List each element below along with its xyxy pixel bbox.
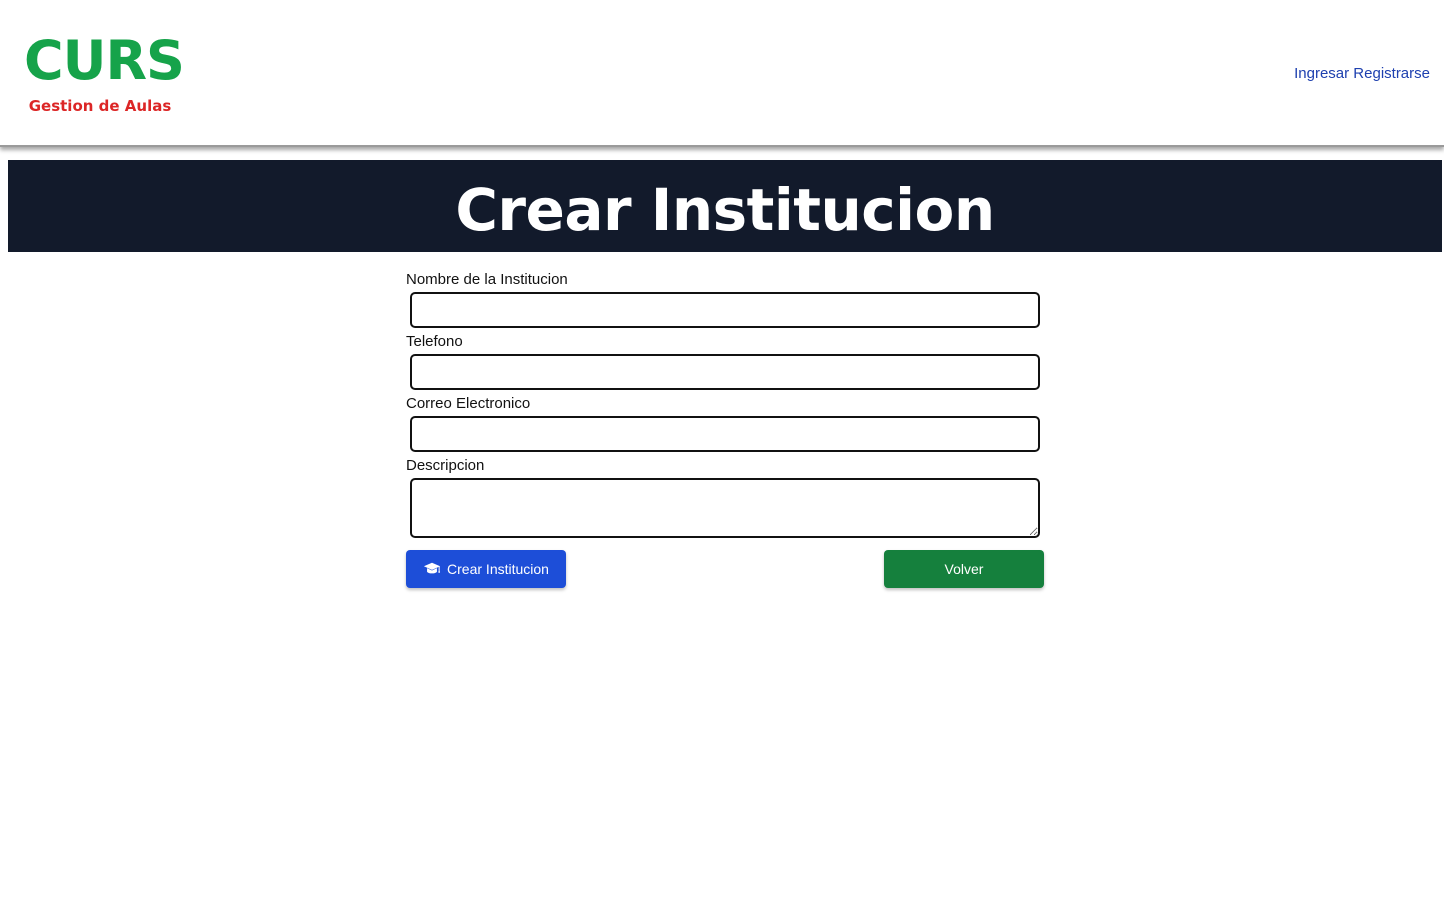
email-input[interactable]: [410, 416, 1040, 452]
top-nav: Ingresar Registrarse: [1294, 64, 1430, 84]
description-field-group: Descripcion: [406, 456, 1044, 538]
phone-field-group: Telefono: [406, 332, 1044, 390]
graduation-cap-icon: [423, 562, 441, 574]
create-institution-label: Crear Institucion: [447, 561, 549, 577]
description-textarea[interactable]: [410, 478, 1040, 538]
create-institution-form: Nombre de la Institucion Telefono Correo…: [406, 270, 1044, 588]
email-label: Correo Electronico: [406, 395, 531, 412]
back-label: Volver: [944, 561, 984, 577]
logo-subtitle: Gestion de Aulas: [28, 97, 172, 115]
page-title: Crear Institucion: [455, 176, 995, 244]
email-field-group: Correo Electronico: [406, 394, 1044, 452]
phone-input[interactable]: [410, 354, 1040, 390]
logo-title: CURS: [24, 29, 185, 92]
logo[interactable]: CURS Gestion de Aulas: [24, 29, 185, 116]
phone-label: Telefono: [406, 333, 463, 350]
name-input[interactable]: [410, 292, 1040, 328]
back-button[interactable]: Volver: [884, 550, 1044, 588]
form-actions: Crear Institucion Volver: [406, 550, 1044, 588]
description-label: Descripcion: [406, 457, 485, 474]
site-header: CURS Gestion de Aulas Ingresar Registrar…: [0, 0, 1444, 147]
create-institution-button[interactable]: Crear Institucion: [406, 550, 566, 588]
name-label: Nombre de la Institucion: [406, 271, 568, 288]
page-banner: Crear Institucion: [8, 160, 1442, 252]
register-link[interactable]: Registrarse: [1353, 65, 1430, 82]
name-field-group: Nombre de la Institucion: [406, 270, 1044, 328]
login-link[interactable]: Ingresar: [1294, 65, 1349, 82]
